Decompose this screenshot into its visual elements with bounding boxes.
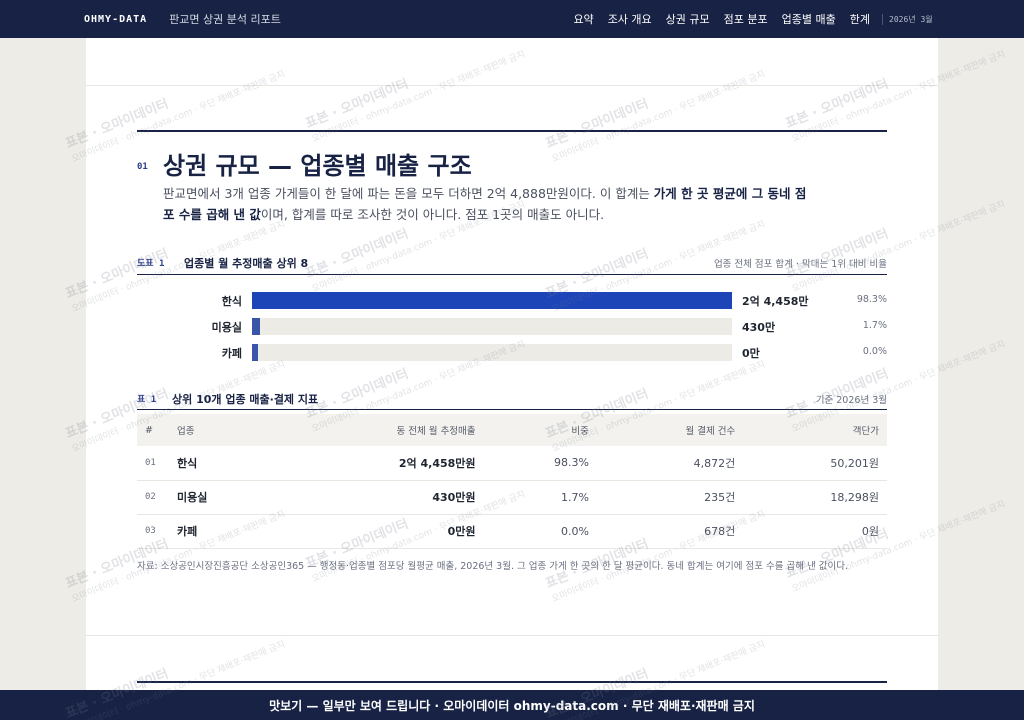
desc-text-2: 이며, 합계를 따로 조사한 것이 아니다. 점포 1곳의 매출도 아니다. [260,207,605,222]
chart-bar-track [252,318,732,335]
chart-share-label: 0.0% [862,346,887,357]
cell-transactions: 235건 [704,491,736,504]
cell-industry: 카페 [177,525,198,538]
cell-sales: 430만원 [432,491,476,504]
cell-rank: 01 [145,457,156,468]
chart-bar-track [252,292,732,309]
figure-note: 업종 전체 점포 합계 · 막대는 1위 대비 비율 [713,259,887,270]
cell-share: 0.0% [560,524,589,538]
table-tag: 표 1 [137,395,157,405]
nav-summary[interactable]: 요약 [573,11,593,27]
chart-row: 카페 0만 0.0% [137,344,887,362]
section-title: 상권 규모 — 업종별 매출 구조 [163,152,472,180]
cell-transactions: 4,872건 [693,456,736,470]
desc-text-1: 판교면에서 3개 업종 가게들이 한 달에 파는 돈을 모두 더하면 2억 4,… [163,186,654,201]
figure-header: 도표 1 업종별 월 추정매출 상위 8 업종 전체 점포 합계 · 막대는 1… [137,255,887,275]
cell-rank: 03 [145,526,156,536]
industry-metrics-table: # 업종 동 전체 월 추정매출 비중 월 결제 건수 객단가 01 한식 2억 4… [137,414,887,549]
section-rule [137,681,887,683]
nav-overview[interactable]: 조사 개요 [608,11,652,27]
table-title: 상위 10개 업종 매출·결제 지표 [172,393,319,406]
cell-sales: 2억 4,458만원 [398,456,476,470]
main-nav: 요약 조사 개요 상권 규모 점포 분포 업종별 매출 한계 2026년 3월 [559,0,932,38]
table-header: 표 1 상위 10개 업종 매출·결제 지표 기준 2026년 3월 [137,390,887,410]
nav-sales-by-industry[interactable]: 업종별 매출 [782,11,836,27]
col-share: 비중 [571,426,589,437]
divider [86,635,938,636]
top-navbar: OHMY-DATA 판교면 상권 분석 리포트 요약 조사 개요 상권 규모 점… [0,0,1024,38]
cell-avg-ticket: 18,298원 [830,491,879,504]
chart-category-label: 카페 [221,347,242,360]
chart-value-label: 0만 [742,347,760,360]
source-note: 자료: 소상공인시장진흥공단 소상공인365 — 행정동·업종별 점포당 월평균… [137,561,849,572]
cell-share: 98.3% [553,456,589,470]
chart-category-label: 미용실 [211,321,242,334]
cell-transactions: 678건 [704,525,736,538]
col-transactions: 월 결제 건수 [685,426,736,437]
brand-logo[interactable]: OHMY-DATA [84,14,147,25]
chart-bar [252,318,261,335]
chart-value-label: 2억 4,458만 [742,295,809,308]
nav-limitations[interactable]: 한계 [850,11,870,27]
table-row: 02 미용실 430만원 1.7% 235건 18,298원 [137,480,887,514]
figure-title: 업종별 월 추정매출 상위 8 [184,257,309,270]
chart-row: 한식 2억 4,458만 98.3% [137,292,887,310]
cell-industry: 한식 [177,456,198,470]
chart-bar [252,292,732,309]
report-subtitle: 판교면 상권 분석 리포트 [169,13,281,26]
col-avg-ticket: 객단가 [852,426,879,437]
table-row: 01 한식 2억 4,458만원 98.3% 4,872건 50,201원 [137,446,887,480]
nav-market-size[interactable]: 상권 규모 [666,11,710,27]
figure-tag: 도표 1 [137,259,165,269]
divider [86,85,938,86]
chart-bar [252,344,258,361]
table-row: 03 카페 0만원 0.0% 678건 0원 [137,514,887,548]
cell-avg-ticket: 0원 [861,525,879,538]
table-note: 기준 2026년 3월 [815,395,887,406]
cell-share: 1.7% [560,490,589,504]
cell-rank: 02 [145,492,156,502]
cell-sales: 0만원 [447,525,476,538]
chart-share-label: 1.7% [862,320,887,331]
chart-value-label: 430만 [742,321,776,334]
report-page: 01 상권 규모 — 업종별 매출 구조 판교면에서 3개 업종 가게들이 한 … [86,38,938,690]
chart-bar-track [252,344,732,361]
section-number: 01 [137,162,148,172]
cell-industry: 미용실 [177,491,208,504]
col-sales: 동 전체 월 추정매출 [396,426,476,437]
col-industry: 업종 [177,426,195,437]
report-date: 2026년 3월 [882,13,933,25]
chart-row: 미용실 430만 1.7% [137,318,887,336]
preview-footer-banner: 맛보기 — 일부만 보여 드립니다 · 오마이데이터 ohmy-data.com… [0,690,1024,720]
chart-share-label: 98.3% [856,294,887,305]
nav-store-distribution[interactable]: 점포 분포 [724,11,768,27]
col-rank: # [145,424,153,436]
cell-avg-ticket: 50,201원 [830,456,879,470]
table-header-row: # 업종 동 전체 월 추정매출 비중 월 결제 건수 객단가 [137,414,887,446]
section-rule [137,130,887,132]
chart-category-label: 한식 [221,295,242,308]
section-description: 판교면에서 3개 업종 가게들이 한 달에 파는 돈을 모두 더하면 2억 4,… [163,183,813,225]
